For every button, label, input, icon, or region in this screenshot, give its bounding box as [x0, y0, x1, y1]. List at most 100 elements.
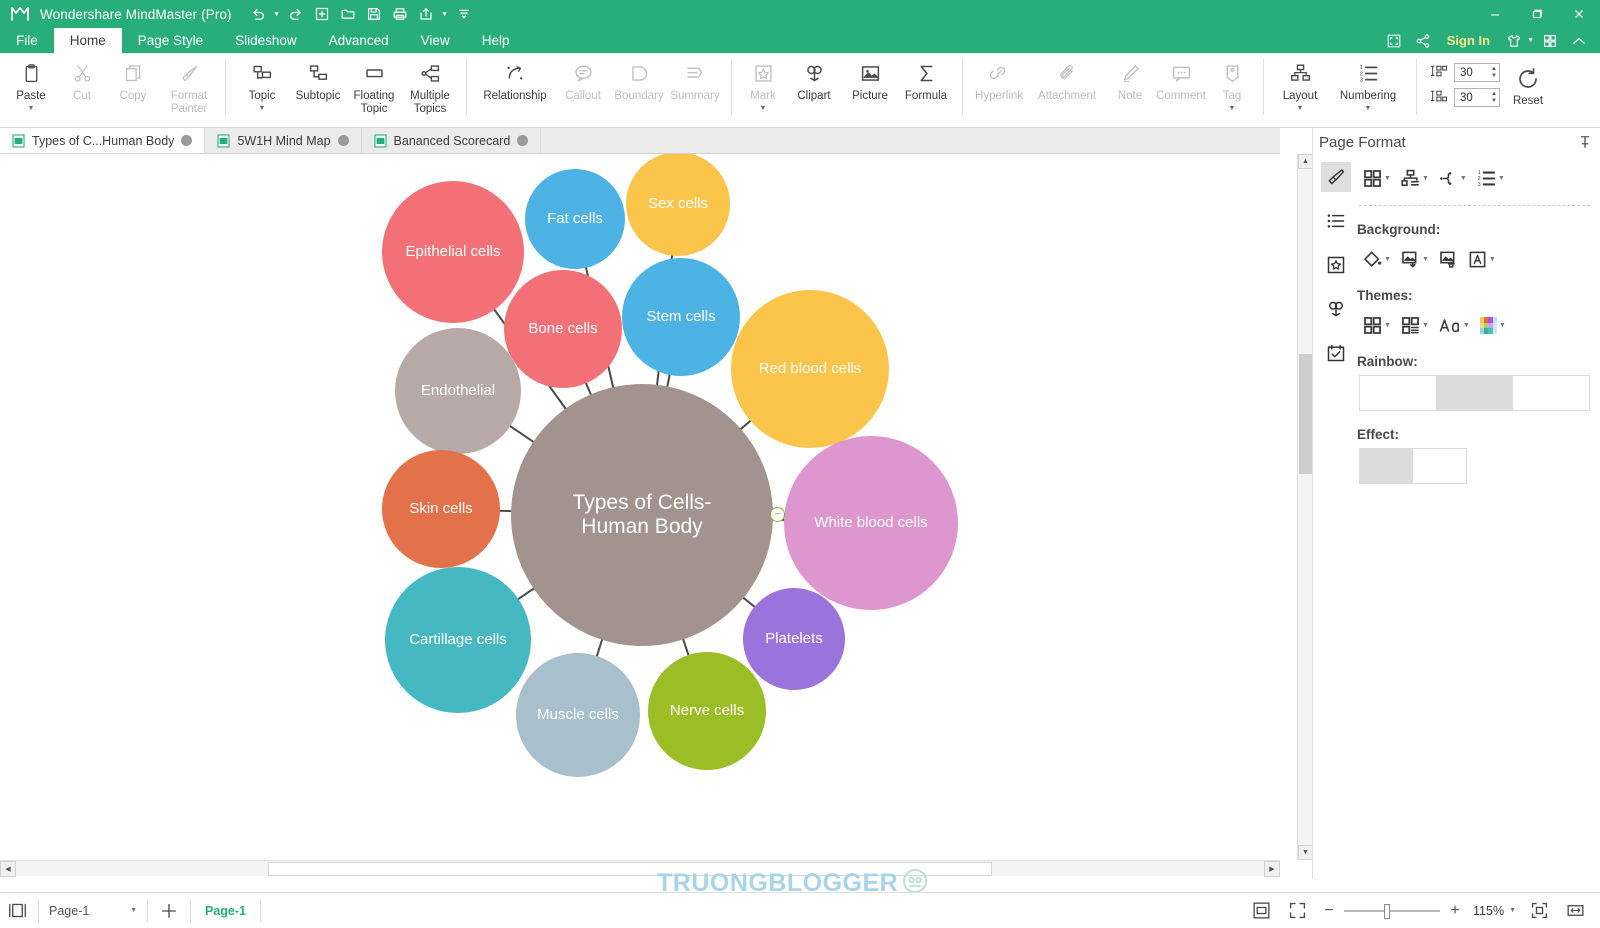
style-brush-tab[interactable] — [1321, 162, 1351, 192]
mindmap-node[interactable]: Nerve cells — [648, 652, 766, 770]
canvas-vertical-scrollbar[interactable]: ▲ ▼ — [1297, 154, 1312, 860]
open-file-button[interactable] — [336, 3, 360, 25]
numbering-dropdown-caret[interactable]: ▼ — [1365, 105, 1372, 112]
new-document-button[interactable] — [310, 3, 334, 25]
chevron-down-icon[interactable]: ▼ — [130, 907, 137, 914]
zoom-in-button[interactable]: + — [1442, 898, 1468, 924]
current-page-tab[interactable]: Page-1 — [195, 904, 256, 918]
tab-advanced[interactable]: Advanced — [313, 28, 405, 53]
theme-variants-button[interactable]: ▼ — [1399, 313, 1431, 338]
rainbow-option-none[interactable] — [1360, 376, 1436, 410]
horizontal-scroll-thumb[interactable] — [268, 862, 992, 876]
mindmap-canvas-area[interactable]: Epithelial cellsFat cellsSex cellsBone c… — [0, 154, 1280, 860]
minimize-button[interactable] — [1474, 0, 1516, 28]
full-screen-icon[interactable] — [1280, 893, 1314, 928]
mindmap-node[interactable]: Endothelial — [395, 328, 521, 454]
topic-button[interactable]: Topic ▼ — [234, 53, 290, 112]
vertical-spacing-input[interactable]: 30 ▲ ▼ — [1454, 88, 1500, 107]
tab-view[interactable]: View — [405, 28, 466, 53]
clipart-tab[interactable] — [1321, 294, 1351, 324]
tab-page-style[interactable]: Page Style — [122, 28, 219, 53]
zoom-slider[interactable] — [1344, 898, 1440, 924]
horizontal-spacing-down[interactable]: ▼ — [1491, 73, 1497, 79]
mindmap-node[interactable]: Fat cells — [525, 169, 625, 269]
tab-file[interactable]: File — [0, 28, 54, 53]
tab-home[interactable]: Home — [54, 28, 122, 53]
branch-style-button[interactable]: ▼ — [1437, 166, 1469, 191]
theme-font-caret[interactable]: ▼ — [1463, 322, 1470, 329]
numbering-button[interactable]: 123 Numbering ▼ — [1328, 53, 1408, 112]
clipart-button[interactable]: Clipart — [786, 53, 842, 103]
rainbow-option-selected[interactable] — [1436, 376, 1512, 410]
paste-button[interactable]: Paste ▼ — [3, 53, 59, 112]
scroll-right-button[interactable]: ▶ — [1264, 861, 1280, 877]
scroll-down-button[interactable]: ▼ — [1298, 845, 1313, 860]
close-button[interactable] — [1558, 0, 1600, 28]
watermark-caret[interactable]: ▼ — [1489, 256, 1496, 263]
comment-button[interactable]: Comment — [1153, 53, 1209, 103]
zoom-slider-thumb[interactable] — [1384, 904, 1390, 919]
mindmap-node[interactable]: Platelets — [743, 588, 845, 690]
boundary-button[interactable]: Boundary — [611, 53, 667, 103]
mindmap-node[interactable]: Epithelial cells — [382, 181, 524, 323]
undo-button[interactable] — [246, 3, 270, 25]
layout-dropdown-caret[interactable]: ▼ — [1297, 105, 1304, 112]
paste-dropdown-caret[interactable]: ▼ — [28, 105, 35, 112]
theme-font-button[interactable]: ▼ — [1437, 313, 1472, 338]
scroll-up-button[interactable]: ▲ — [1298, 154, 1313, 169]
remove-background-image-button[interactable] — [1437, 247, 1460, 272]
chevron-up-icon[interactable] — [1566, 28, 1592, 53]
shirt-dropdown-caret[interactable]: ▼ — [1527, 37, 1534, 44]
mindmap-node[interactable]: Stem cells — [622, 258, 740, 376]
background-image-caret[interactable]: ▼ — [1422, 256, 1429, 263]
grid-apps-icon[interactable] — [1537, 28, 1563, 53]
customize-qat-button[interactable] — [452, 3, 476, 25]
collapse-handle[interactable]: − — [770, 507, 785, 522]
mindmap-node[interactable]: Bone cells — [504, 270, 622, 388]
effect-option-none[interactable] — [1413, 449, 1466, 483]
page-structure-caret[interactable]: ▼ — [1422, 175, 1429, 182]
doc-tab-5w1h-mind-map[interactable]: 5W1H Mind Map — [205, 128, 361, 153]
numbering-panel-caret[interactable]: ▼ — [1498, 175, 1505, 182]
mindmap-node[interactable]: White blood cells — [784, 436, 958, 610]
save-button[interactable] — [362, 3, 386, 25]
mindmap-node[interactable]: Cartillage cells — [385, 567, 531, 713]
page-layout-caret[interactable]: ▼ — [1384, 175, 1391, 182]
reset-button[interactable]: Reset — [1500, 53, 1556, 108]
task-tab[interactable] — [1321, 338, 1351, 368]
mindmap-node[interactable]: Muscle cells — [516, 653, 640, 777]
theme-gallery-button[interactable]: ▼ — [1361, 313, 1393, 338]
marker-tab[interactable] — [1321, 250, 1351, 280]
format-painter-button[interactable]: Format Painter — [161, 53, 217, 116]
zoom-dropdown-caret[interactable]: ▼ — [1509, 907, 1516, 914]
layout-button[interactable]: Layout ▼ — [1272, 53, 1328, 112]
theme-gallery-caret[interactable]: ▼ — [1384, 322, 1391, 329]
hyperlink-button[interactable]: Hyperlink — [971, 53, 1027, 103]
add-page-button[interactable] — [152, 893, 186, 928]
watermark-button[interactable]: ▼ — [1466, 247, 1498, 272]
vertical-scroll-thumb[interactable] — [1299, 354, 1312, 474]
fit-page-icon[interactable] — [1244, 893, 1278, 928]
picture-button[interactable]: Picture — [842, 53, 898, 103]
scroll-left-button[interactable]: ◀ — [0, 861, 16, 877]
page-view-icon[interactable] — [0, 893, 34, 928]
doc-tab-types-of-cells[interactable]: Types of C...Human Body — [0, 128, 205, 153]
outline-list-tab[interactable] — [1321, 206, 1351, 236]
theme-variants-caret[interactable]: ▼ — [1422, 322, 1429, 329]
tab-slideshow[interactable]: Slideshow — [219, 28, 313, 53]
fill-color-button[interactable]: ▼ — [1361, 247, 1393, 272]
rainbow-option-alt[interactable] — [1513, 376, 1589, 410]
horizontal-spacing-up[interactable]: ▲ — [1491, 66, 1497, 72]
undo-dropdown-caret[interactable]: ▼ — [272, 3, 282, 25]
sign-in-button[interactable]: Sign In — [1439, 33, 1498, 48]
zoom-level-label[interactable]: 115% — [1470, 904, 1507, 918]
pin-icon[interactable] — [1578, 135, 1592, 149]
summary-button[interactable]: Summary — [667, 53, 723, 103]
theme-color-caret[interactable]: ▼ — [1499, 322, 1506, 329]
mindmap-node[interactable]: Sex cells — [626, 154, 730, 256]
mindmap-canvas[interactable]: Epithelial cellsFat cellsSex cellsBone c… — [0, 154, 1265, 860]
mindmap-root-node[interactable]: Types of Cells- Human Body — [511, 384, 773, 646]
copy-button[interactable]: Copy — [105, 53, 161, 103]
maximize-button[interactable] — [1516, 0, 1558, 28]
mark-dropdown-caret[interactable]: ▼ — [760, 105, 767, 112]
